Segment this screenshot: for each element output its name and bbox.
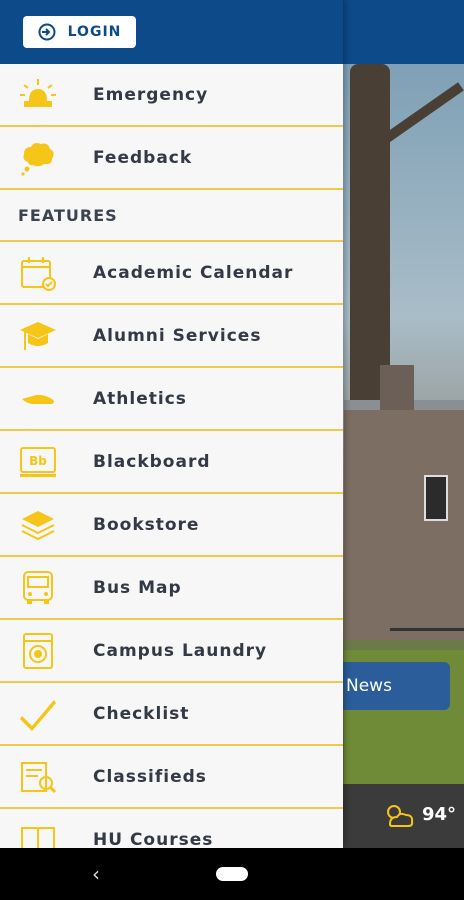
washing-machine-icon: [0, 631, 93, 671]
section-title-features: FEATURES: [0, 190, 343, 242]
partly-cloudy-icon: [386, 805, 414, 827]
menu-item-campus-laundry[interactable]: Campus Laundry: [0, 620, 343, 683]
menu-item-label: HU Courses: [93, 829, 214, 849]
classifieds-icon: [0, 757, 93, 797]
menu-item-emergency[interactable]: Emergency: [0, 64, 343, 127]
bus-icon: [0, 568, 93, 608]
menu-item-checklist[interactable]: Checklist: [0, 683, 343, 746]
menu-item-alumni-services[interactable]: Alumni Services: [0, 305, 343, 368]
menu-item-label: Academic Calendar: [93, 262, 294, 283]
thought-bubble-icon: [0, 138, 93, 178]
news-label: News: [346, 676, 392, 696]
menu-item-label: Alumni Services: [93, 325, 262, 346]
menu-item-hu-courses[interactable]: HU Courses: [0, 809, 343, 848]
login-button[interactable]: LOGIN: [23, 16, 136, 48]
news-button[interactable]: News: [330, 662, 450, 710]
menu-item-label: Emergency: [93, 84, 209, 105]
menu-item-label: Bookstore: [93, 514, 200, 535]
menu-item-label: Blackboard: [93, 451, 211, 472]
menu-item-label: Campus Laundry: [93, 640, 268, 661]
calendar-icon: [0, 253, 93, 293]
menu-item-blackboard[interactable]: Bb Blackboard: [0, 431, 343, 494]
menu-item-label: Checklist: [93, 703, 190, 724]
temperature: 94°: [421, 803, 456, 825]
back-icon[interactable]: ‹: [92, 862, 100, 886]
home-pill-icon[interactable]: [216, 867, 248, 881]
sneaker-icon: [0, 379, 93, 419]
menu-item-feedback[interactable]: Feedback: [0, 127, 343, 190]
courses-icon: [0, 820, 93, 848]
menu-item-athletics[interactable]: Athletics: [0, 368, 343, 431]
graduation-cap-icon: [0, 316, 93, 356]
menu-item-bus-map[interactable]: Bus Map: [0, 557, 343, 620]
fence: [390, 628, 464, 651]
menu-item-label: Feedback: [93, 147, 193, 168]
menu-item-label: Bus Map: [93, 577, 182, 598]
menu-item-academic-calendar[interactable]: Academic Calendar: [0, 242, 343, 305]
siren-icon: [0, 75, 93, 115]
svg-text:Bb: Bb: [29, 454, 47, 468]
login-icon: [38, 23, 56, 41]
books-icon: [0, 505, 93, 545]
menu-item-label: Athletics: [93, 388, 187, 409]
login-label: LOGIN: [67, 24, 122, 40]
navigation-drawer: LOGIN Emergency Feedback FEATURES Academ…: [0, 0, 343, 848]
campus-building: [344, 410, 464, 640]
menu-item-classifieds[interactable]: Classifieds: [0, 746, 343, 809]
building-chimney: [380, 365, 414, 413]
menu-item-label: Classifieds: [93, 766, 207, 787]
blackboard-icon: Bb: [0, 442, 93, 482]
checkmark-icon: [0, 694, 93, 734]
drawer-header: LOGIN: [0, 0, 343, 64]
building-window: [424, 475, 448, 521]
menu-item-bookstore[interactable]: Bookstore: [0, 494, 343, 557]
weather-widget[interactable]: 94°: [380, 800, 456, 828]
